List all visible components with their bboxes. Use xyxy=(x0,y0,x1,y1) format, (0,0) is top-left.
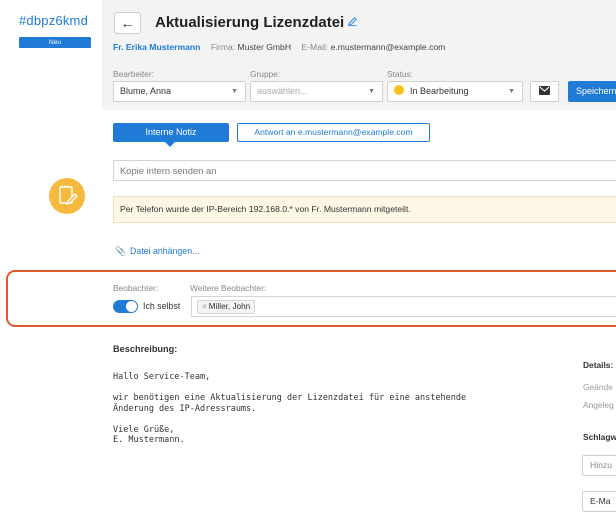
chevron-down-icon: ▼ xyxy=(231,88,238,95)
self-watch-toggle[interactable] xyxy=(113,300,138,313)
ticket-sidebar: #dbpz6kmd Neu xyxy=(0,0,102,518)
description-label: Beschreibung: xyxy=(113,344,178,354)
status-value: In Bearbeitung xyxy=(410,86,469,96)
created-label: Angeleg xyxy=(583,400,614,410)
more-watchers-label: Weitere Beobachter: xyxy=(190,283,267,293)
more-watchers-input[interactable]: × Miller, John xyxy=(191,296,616,317)
customer-meta: Fr. Erika Mustermann Firma: Muster GmbH … xyxy=(113,42,445,52)
internal-note-textarea[interactable]: Per Telefon wurde der IP-Bereich 192.168… xyxy=(113,196,616,223)
tab-reply[interactable]: Antwort an e.mustermann@example.com xyxy=(237,123,430,142)
changed-label: Geände xyxy=(583,382,613,392)
new-badge: Neu xyxy=(19,37,91,48)
attach-file-link[interactable]: 📎 Datei anhängen... xyxy=(115,246,199,257)
status-label: Status: xyxy=(387,69,414,79)
back-button[interactable]: ← xyxy=(114,12,141,34)
chevron-down-icon: ▼ xyxy=(508,88,515,95)
copy-internal-input[interactable]: Kopie intern senden an xyxy=(113,160,616,181)
pencil-icon[interactable] xyxy=(347,16,358,30)
page-title: Aktualisierung Lizenzdatei xyxy=(155,14,358,31)
note-pencil-icon xyxy=(59,185,78,206)
assignee-label: Bearbeiter: xyxy=(113,69,154,79)
self-watch-label: Ich selbst xyxy=(143,301,181,311)
title-text: Aktualisierung Lizenzdatei xyxy=(155,14,345,31)
company-value: Muster GmbH xyxy=(237,42,292,52)
status-dot xyxy=(394,85,404,95)
details-label: Details: xyxy=(583,360,614,370)
remove-chip-icon[interactable]: × xyxy=(202,302,207,311)
toggle-knob xyxy=(126,301,137,312)
status-select[interactable]: In Bearbeitung ▼ xyxy=(387,81,523,102)
assignee-select[interactable]: Blume, Anna ▼ xyxy=(113,81,246,102)
envelope-icon xyxy=(539,85,550,97)
company-label: Firma: xyxy=(210,42,236,52)
save-button[interactable]: Speichern xyxy=(568,81,616,102)
arrow-left-icon: ← xyxy=(120,15,135,31)
ticket-view: #dbpz6kmd Neu ← Aktualisierung Lizenzdat… xyxy=(0,0,616,518)
add-tag-input[interactable]: Hinzu xyxy=(582,455,616,476)
group-label: Gruppe: xyxy=(250,69,281,79)
email-value: e.mustermann@example.com xyxy=(330,42,446,52)
paperclip-icon: 📎 xyxy=(115,246,126,256)
tab-internal-note[interactable]: Interne Notiz xyxy=(113,123,229,147)
send-mail-button[interactable] xyxy=(530,81,559,102)
watcher-chip-label: Miller, John xyxy=(208,302,251,311)
watcher-chip[interactable]: × Miller, John xyxy=(197,300,256,314)
note-avatar xyxy=(49,178,85,214)
tags-label: Schlagw xyxy=(583,432,616,442)
ticket-header: ← Aktualisierung Lizenzdatei Fr. Erika M… xyxy=(102,0,616,110)
description-text: Hallo Service-Team, wir benötigen eine A… xyxy=(113,372,467,445)
chevron-down-icon: ▼ xyxy=(368,88,375,95)
email-label: E-Mail: xyxy=(301,42,329,52)
attach-label: Datei anhängen... xyxy=(129,246,200,256)
email-button[interactable]: E-Ma xyxy=(582,491,616,512)
group-select[interactable]: auswählen... ▼ xyxy=(250,81,383,102)
group-placeholder: auswählen... xyxy=(257,86,308,96)
assignee-value: Blume, Anna xyxy=(120,86,172,96)
watchers-label: Beobachter: xyxy=(113,283,159,293)
ticket-id[interactable]: #dbpz6kmd xyxy=(19,13,88,28)
customer-name[interactable]: Fr. Erika Mustermann xyxy=(113,42,200,52)
